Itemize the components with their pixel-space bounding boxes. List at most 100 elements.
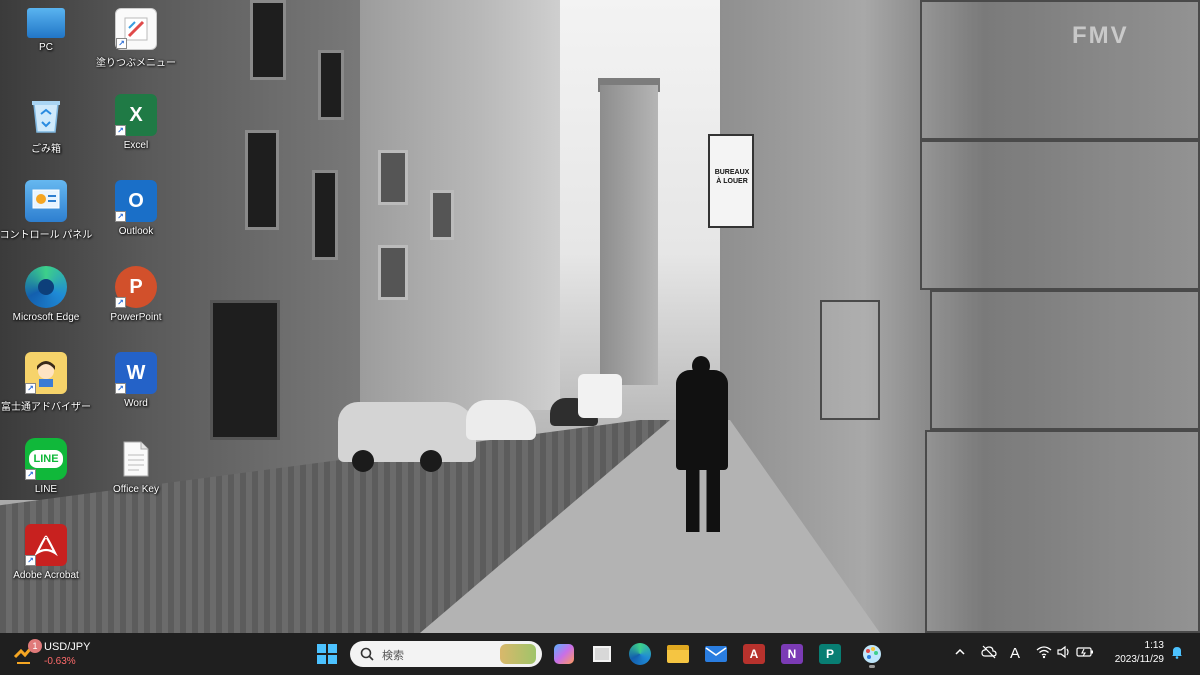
wallpaper-stone-block: [820, 300, 880, 420]
edge-icon: [25, 266, 67, 308]
wallpaper-person-legs: [686, 468, 720, 532]
desktop-icon-powerpoint[interactable]: P ↗ PowerPoint: [94, 262, 178, 346]
desktop-icon-control-panel[interactable]: コントロール パネル: [0, 176, 92, 260]
taskbar-paint[interactable]: [856, 638, 888, 670]
search-highlight-image: [500, 644, 536, 664]
excel-glyph: X: [129, 103, 143, 126]
paint-icon: [863, 645, 881, 663]
file-explorer-icon: [667, 645, 689, 663]
taskbar-copilot[interactable]: [548, 638, 580, 670]
taskbar-onenote[interactable]: N: [776, 638, 808, 670]
desktop-icon-label: 塗りつぶメニュー: [95, 58, 177, 69]
outlook-icon: O ↗: [115, 180, 157, 222]
wallpaper-stone-block: [920, 0, 1200, 140]
network-button[interactable]: [1035, 645, 1053, 663]
wallpaper-wheel: [420, 450, 442, 472]
desktop-icon-pc[interactable]: PC: [4, 4, 88, 88]
wallpaper-stone-block: [925, 430, 1200, 633]
fmv-watermark: FMV: [1072, 22, 1129, 49]
fujitsu-advisor-icon: ↗: [25, 352, 67, 394]
taskbar-task-view[interactable]: [586, 638, 618, 670]
start-button[interactable]: [311, 638, 343, 670]
desktop-icon-label: コントロール パネル: [0, 230, 93, 241]
desktop-icon-acrobat[interactable]: ↗ Adobe Acrobat: [4, 520, 88, 604]
desktop-icon-nurikome[interactable]: ↗ 塗りつぶメニュー: [94, 4, 178, 88]
desktop-wallpaper: BUREAUX À LOUER FMV: [0, 0, 1200, 633]
wallpaper-window: [250, 0, 286, 80]
desktop-icon-edge[interactable]: Microsoft Edge: [4, 262, 88, 346]
bell-icon: [1172, 647, 1182, 659]
ime-mode-indicator[interactable]: A: [1006, 645, 1024, 663]
running-indicator: [869, 665, 875, 668]
tray-cloud-button[interactable]: [980, 645, 998, 663]
control-panel-icon: [25, 180, 67, 222]
wallpaper-cathedral-tower: [600, 85, 658, 385]
wallpaper-window: [378, 150, 408, 205]
battery-charging-icon: [1076, 647, 1093, 657]
onenote-icon: N: [781, 644, 803, 664]
desktop-icon-label: Outlook: [118, 226, 154, 237]
document-icon: [115, 438, 157, 480]
desktop-icon-label: Office Key: [113, 484, 159, 495]
recycle-bin-icon: [25, 94, 67, 136]
word-glyph: W: [126, 361, 146, 384]
edge-icon: [629, 643, 651, 665]
wallpaper-mid-building: [360, 0, 560, 410]
desktop-icon-word[interactable]: W ↗ Word: [94, 348, 178, 432]
wallpaper-window: [245, 130, 279, 230]
desktop-icon-outlook[interactable]: O ↗ Outlook: [94, 176, 178, 260]
line-icon: LINE ↗: [25, 438, 67, 480]
speaker-icon: [1057, 645, 1069, 659]
excel-icon: X ↗: [115, 94, 157, 136]
wallpaper-person: [676, 370, 728, 470]
battery-button[interactable]: [1076, 645, 1094, 663]
taskbar-publisher[interactable]: P: [814, 638, 846, 670]
desktop-icon-office-key[interactable]: Office Key: [94, 434, 178, 518]
taskbar-edge[interactable]: [624, 638, 656, 670]
wallpaper-van: [578, 374, 622, 418]
outlook-glyph: O: [128, 189, 144, 212]
publisher-icon: P: [819, 644, 841, 664]
clock-time: 1:13: [1144, 640, 1164, 651]
desktop-icon-label: ごみ箱: [31, 144, 61, 155]
desktop-icon-label: LINE: [34, 484, 58, 495]
powerpoint-icon: P ↗: [115, 266, 157, 308]
taskbar-mail[interactable]: [700, 638, 732, 670]
taskbar-file-explorer[interactable]: [662, 638, 694, 670]
notifications-button[interactable]: [1168, 645, 1186, 663]
taskbar-access[interactable]: A: [738, 638, 770, 670]
widget-badge: 1: [28, 639, 42, 653]
desktop-icon-label: Adobe Acrobat: [13, 570, 79, 581]
search-icon: [360, 647, 374, 661]
desktop-icon-recycle-bin[interactable]: ごみ箱: [4, 90, 88, 174]
powerpoint-glyph: P: [129, 275, 143, 298]
wallpaper-stone-block: [930, 290, 1200, 430]
wallpaper-sign: BUREAUX À LOUER: [708, 134, 754, 228]
desktop-icon-label: Excel: [123, 140, 149, 151]
wifi-icon: [1036, 646, 1052, 659]
computer-icon: [27, 8, 65, 38]
show-hidden-icons-button[interactable]: [951, 645, 969, 663]
volume-button[interactable]: [1055, 645, 1073, 663]
line-glyph: LINE: [29, 450, 63, 468]
cloud-off-icon: [981, 645, 997, 659]
wallpaper-window: [312, 170, 338, 260]
search-box[interactable]: 検索: [350, 641, 542, 667]
copilot-icon: [554, 644, 574, 664]
desktop-icon-fujitsu-advisor[interactable]: ↗ 富士通アドバイザー: [1, 348, 91, 432]
taskbar-clock[interactable]: 1:13 2023/11/29: [1100, 639, 1164, 667]
acrobat-icon: ↗: [25, 524, 67, 566]
chevron-up-icon: [955, 648, 965, 655]
wallpaper-wheel: [352, 450, 374, 472]
word-icon: W ↗: [115, 352, 157, 394]
wallpaper-window: [430, 190, 454, 240]
clock-date: 2023/11/29: [1114, 654, 1164, 665]
desktop-icon-excel[interactable]: X ↗ Excel: [94, 90, 178, 174]
search-placeholder: 検索: [382, 650, 404, 662]
taskbar: 1 USD/JPY -0.63% 検索 A N P A 1:13 2023/11…: [0, 633, 1200, 675]
access-icon: A: [743, 644, 765, 664]
desktop-icon-line[interactable]: LINE ↗ LINE: [4, 434, 88, 518]
widgets-button[interactable]: 1 USD/JPY -0.63%: [12, 639, 132, 669]
desktop-icon-label: PowerPoint: [110, 312, 162, 323]
desktop-icon-label: Word: [124, 398, 148, 409]
